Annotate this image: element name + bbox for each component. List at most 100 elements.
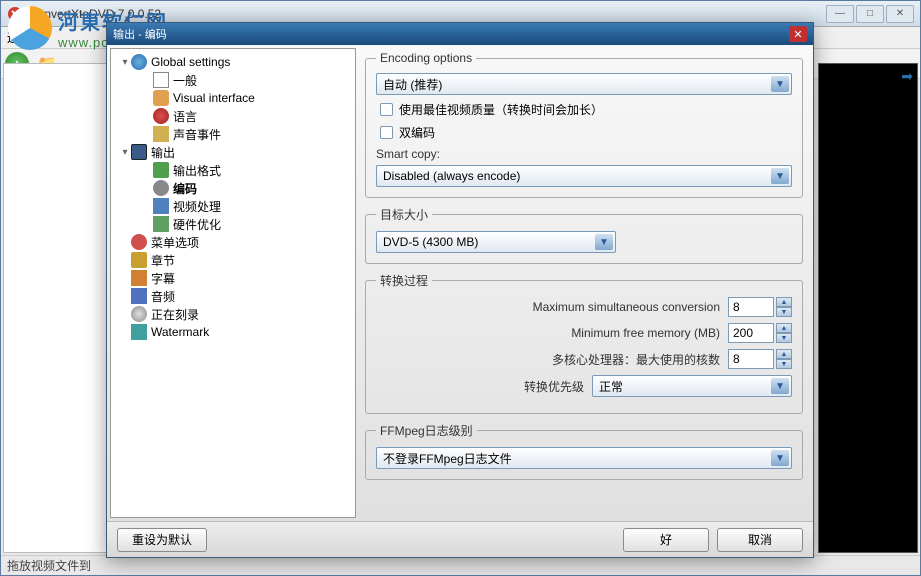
tree-item-encode[interactable]: 编码 xyxy=(113,179,353,197)
tree-item-label: Global settings xyxy=(151,55,230,69)
palette-icon xyxy=(153,90,169,106)
dialog-footer: 重设为默认 好 取消 xyxy=(107,521,813,557)
encoding-options-group: Encoding options 自动 (推荐) ▼ 使用最佳视频质量（转换时间… xyxy=(365,51,803,198)
target-size-value: DVD-5 (4300 MB) xyxy=(383,235,478,249)
ffmpeg-log-combo[interactable]: 不登录FFMpeg日志文件 ▼ xyxy=(376,447,792,469)
tree-item-palette[interactable]: Visual interface xyxy=(113,89,353,107)
expand-icon[interactable]: ▾ xyxy=(119,147,131,158)
tree-item-label: 输出 xyxy=(151,144,175,161)
tree-item-video[interactable]: 视频处理 xyxy=(113,197,353,215)
spin-down-icon[interactable]: ▼ xyxy=(776,333,792,343)
chevron-down-icon: ▼ xyxy=(771,168,789,184)
lang-icon xyxy=(153,108,169,124)
globe-icon xyxy=(131,54,147,70)
ffmpeg-log-group: FFMpeg日志级别 不登录FFMpeg日志文件 ▼ xyxy=(365,422,803,480)
tree-item-page[interactable]: 一般 xyxy=(113,71,353,89)
tree-item-label: 菜单选项 xyxy=(151,234,199,251)
spin-up-icon[interactable]: ▲ xyxy=(776,349,792,359)
tree-item-menu[interactable]: 菜单选项 xyxy=(113,233,353,251)
tree-item-audio[interactable]: 音频 xyxy=(113,287,353,305)
encode-icon xyxy=(153,180,169,196)
tree-item-wm[interactable]: Watermark xyxy=(113,323,353,341)
chevron-down-icon: ▼ xyxy=(771,76,789,92)
dialog-titlebar: 输出 - 编码 ✕ xyxy=(107,23,813,45)
encoding-mode-combo[interactable]: 自动 (推荐) ▼ xyxy=(376,73,792,95)
tree-item-lang[interactable]: 语言 xyxy=(113,107,353,125)
settings-content: Encoding options 自动 (推荐) ▼ 使用最佳视频质量（转换时间… xyxy=(359,45,813,521)
spin-down-icon[interactable]: ▼ xyxy=(776,307,792,317)
hw-icon xyxy=(153,216,169,232)
tree-item-label: 语言 xyxy=(173,108,197,125)
tree-item-label: Visual interface xyxy=(173,91,255,105)
min-mem-input[interactable]: 200 xyxy=(728,323,774,343)
sound-icon xyxy=(153,126,169,142)
maximize-button[interactable]: □ xyxy=(856,5,884,23)
target-legend: 目标大小 xyxy=(376,206,432,223)
conversion-process-group: 转换过程 Maximum simultaneous conversion 8 ▲… xyxy=(365,272,803,414)
encoding-mode-value: 自动 (推荐) xyxy=(383,76,442,93)
cancel-button[interactable]: 取消 xyxy=(717,528,803,552)
double-encode-checkbox[interactable] xyxy=(380,126,393,139)
close-main-button[interactable]: ✕ xyxy=(886,5,914,23)
settings-tree[interactable]: ▾ Global settings 一般 Visual interface 语言声音事件… xyxy=(110,48,356,518)
min-mem-label: Minimum free memory (MB) xyxy=(571,326,720,340)
watermark-logo-icon xyxy=(8,6,52,50)
best-quality-checkbox[interactable] xyxy=(380,103,393,116)
expand-icon[interactable]: ▾ xyxy=(119,57,131,68)
spin-up-icon[interactable]: ▲ xyxy=(776,323,792,333)
tree-item-format[interactable]: 输出格式 xyxy=(113,161,353,179)
cores-input[interactable]: 8 xyxy=(728,349,774,369)
tree-item-label: 章节 xyxy=(151,252,175,269)
tree-item-sound[interactable]: 声音事件 xyxy=(113,125,353,143)
encoding-legend: Encoding options xyxy=(376,51,476,65)
cores-label: 多核心处理器：最大使用的核数 xyxy=(552,351,720,368)
reset-defaults-button[interactable]: 重设为默认 xyxy=(117,528,207,552)
chevron-down-icon: ▼ xyxy=(595,234,613,250)
ok-button[interactable]: 好 xyxy=(623,528,709,552)
priority-label: 转换优先级 xyxy=(524,378,584,395)
menu-icon xyxy=(131,234,147,250)
spin-up-icon[interactable]: ▲ xyxy=(776,297,792,307)
chapter-icon xyxy=(131,252,147,268)
format-icon xyxy=(153,162,169,178)
forward-icon[interactable]: ➡ xyxy=(901,68,913,85)
ffmpeg-legend: FFMpeg日志级别 xyxy=(376,422,477,439)
ffmpeg-log-value: 不登录FFMpeg日志文件 xyxy=(383,450,512,467)
tree-item-label: 正在刻录 xyxy=(151,306,199,323)
priority-combo[interactable]: 正常 ▼ xyxy=(592,375,792,397)
tree-item-sub[interactable]: 字幕 xyxy=(113,269,353,287)
target-size-combo[interactable]: DVD-5 (4300 MB) ▼ xyxy=(376,231,616,253)
tree-item-label: 声音事件 xyxy=(173,126,221,143)
tree-item-globe[interactable]: ▾ Global settings xyxy=(113,53,353,71)
tree-item-hw[interactable]: 硬件优化 xyxy=(113,215,353,233)
max-conv-input[interactable]: 8 xyxy=(728,297,774,317)
sub-icon xyxy=(131,270,147,286)
burn-icon xyxy=(131,306,147,322)
tree-item-label: 硬件优化 xyxy=(173,216,221,233)
best-quality-label: 使用最佳视频质量（转换时间会加长） xyxy=(399,101,603,118)
smart-copy-label: Smart copy: xyxy=(376,147,792,161)
target-size-group: 目标大小 DVD-5 (4300 MB) ▼ xyxy=(365,206,803,264)
dialog-close-button[interactable]: ✕ xyxy=(789,26,807,42)
preview-panel: ➡ xyxy=(818,63,918,553)
dialog-title: 输出 - 编码 xyxy=(113,26,789,42)
spin-down-icon[interactable]: ▼ xyxy=(776,359,792,369)
video-icon xyxy=(153,198,169,214)
wm-icon xyxy=(131,324,147,340)
monitor-icon xyxy=(131,144,147,160)
tree-item-label: Watermark xyxy=(151,325,209,339)
double-encode-label: 双编码 xyxy=(399,124,435,141)
minimize-button[interactable]: — xyxy=(826,5,854,23)
audio-icon xyxy=(131,288,147,304)
tree-item-chapter[interactable]: 章节 xyxy=(113,251,353,269)
smart-copy-combo[interactable]: Disabled (always encode) ▼ xyxy=(376,165,792,187)
chevron-down-icon: ▼ xyxy=(771,378,789,394)
tree-item-label: 视频处理 xyxy=(173,198,221,215)
max-conv-label: Maximum simultaneous conversion xyxy=(533,300,720,314)
tree-item-label: 一般 xyxy=(173,72,197,89)
tree-item-label: 字幕 xyxy=(151,270,175,287)
tree-item-burn[interactable]: 正在刻录 xyxy=(113,305,353,323)
tree-item-label: 输出格式 xyxy=(173,162,221,179)
tree-item-monitor[interactable]: ▾ 输出 xyxy=(113,143,353,161)
process-legend: 转换过程 xyxy=(376,272,432,289)
